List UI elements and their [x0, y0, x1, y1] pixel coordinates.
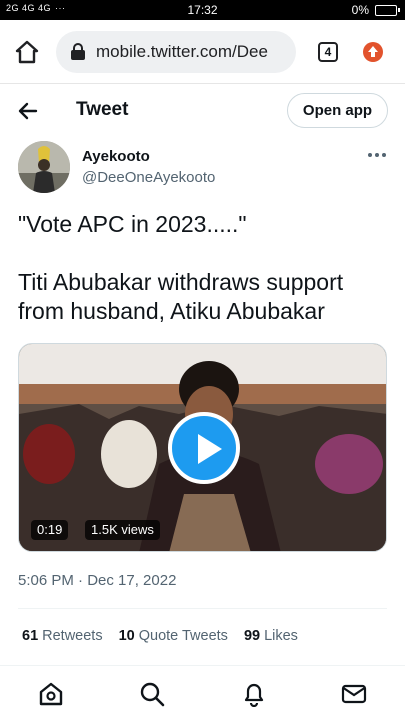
battery-icon [375, 4, 400, 16]
play-button[interactable] [168, 412, 240, 484]
avatar[interactable] [18, 141, 70, 193]
tweet-line-quote: "Vote APC in 2023....." [18, 211, 247, 237]
arrow-up-icon [368, 46, 378, 57]
tweet-timestamp[interactable]: 5:06 PM · Dec 17, 2022 [18, 572, 176, 589]
tweet-header: Tweet Open app [0, 85, 405, 137]
tweet-stats: 61 Retweets 10 Quote Tweets 99 Likes [22, 628, 298, 644]
browser-toolbar: mobile.twitter.com/Dee 4 [0, 20, 405, 84]
video-player[interactable]: 0:19 1.5K views [18, 343, 387, 552]
bottom-navigation [0, 665, 405, 720]
author-name[interactable]: Ayekooto [82, 148, 150, 165]
retweets-stat[interactable]: 61 Retweets [22, 628, 103, 644]
home-icon[interactable] [38, 681, 64, 707]
more-options-icon[interactable] [366, 150, 388, 160]
clock: 17:32 [187, 3, 218, 17]
likes-stat[interactable]: 99 Likes [244, 628, 298, 644]
messages-envelope-icon[interactable] [341, 681, 367, 707]
status-bar: 2G 4G 4G ··· 17:32 0% [0, 0, 405, 20]
divider [18, 608, 387, 609]
lock-icon [71, 43, 85, 60]
video-duration: 0:19 [31, 520, 69, 540]
quote-tweets-stat[interactable]: 10 Quote Tweets [119, 628, 228, 644]
tweet-text: "Vote APC in 2023....." Titi Abubakar wi… [18, 210, 393, 326]
url-text: mobile.twitter.com/Dee [96, 42, 268, 61]
video-views: 1.5K views [85, 520, 160, 540]
page-title: Tweet [76, 99, 129, 120]
notifications-bell-icon[interactable] [241, 681, 267, 707]
likes-count: 99 [243, 628, 261, 644]
tabs-icon[interactable]: 4 [318, 42, 338, 62]
battery-percent: 0% [351, 3, 369, 17]
tweet-line-headline: Titi Abubakar withdraws support from hus… [18, 269, 344, 324]
search-icon[interactable] [139, 681, 165, 707]
retweets-label: Retweets [42, 628, 103, 644]
update-icon[interactable] [363, 42, 383, 62]
avatar-image [18, 141, 70, 193]
author-handle[interactable]: @DeeOneAyekooto [82, 169, 215, 186]
likes-label: Likes [264, 628, 298, 644]
quotes-label: Quote Tweets [138, 628, 228, 644]
quotes-count: 10 [118, 628, 135, 644]
address-bar[interactable]: mobile.twitter.com/Dee [56, 31, 296, 73]
home-icon[interactable] [14, 39, 40, 65]
open-app-button[interactable]: Open app [287, 93, 388, 128]
back-arrow-icon[interactable] [18, 101, 38, 121]
retweets-count: 61 [22, 628, 39, 644]
